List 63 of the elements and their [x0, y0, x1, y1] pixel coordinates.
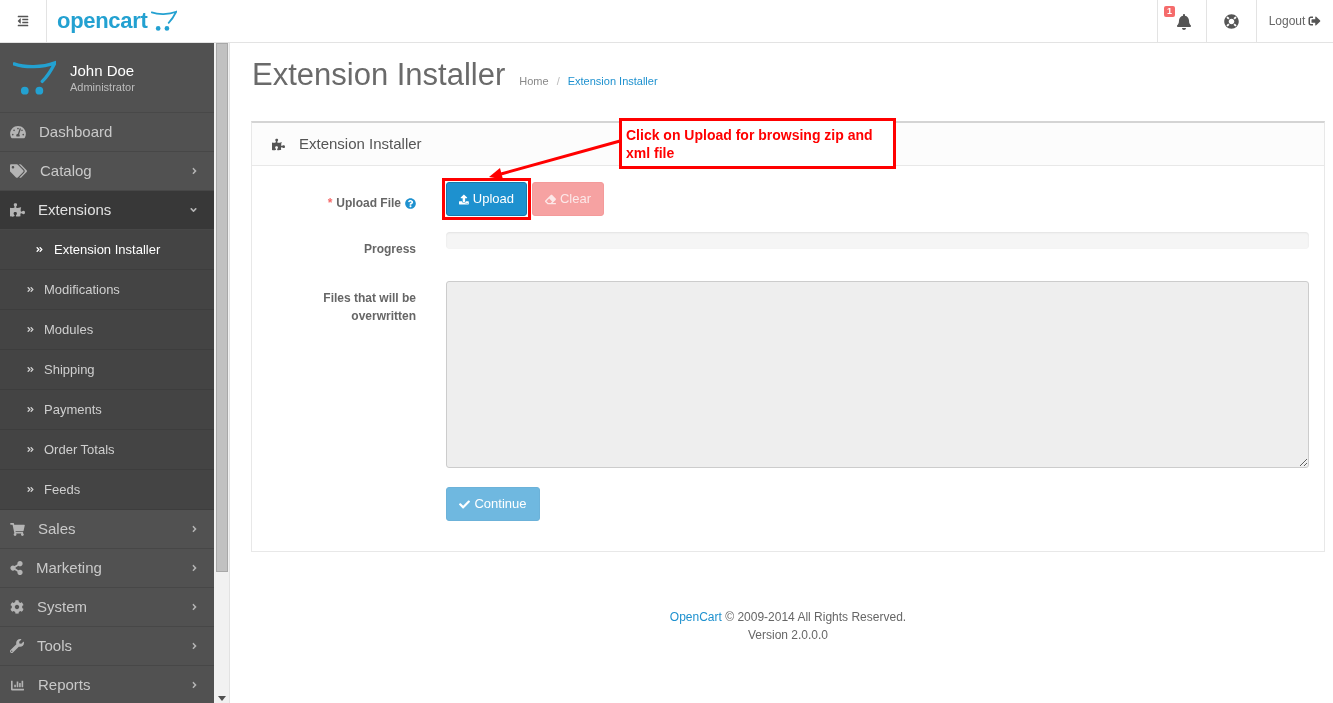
- double-chevron-icon: [27, 325, 34, 334]
- double-chevron-icon: [27, 445, 34, 454]
- copyright-text: OpenCart © 2009-2014 All Rights Reserved.: [669, 609, 907, 626]
- page-title: Extension Installer: [252, 56, 506, 94]
- submenu-item[interactable]: Modifications: [0, 270, 214, 310]
- upload-button[interactable]: Upload: [446, 182, 527, 216]
- double-chevron-icon: [36, 245, 43, 254]
- check-icon: [459, 498, 471, 510]
- scrollbar-thumb[interactable]: [215, 43, 228, 572]
- submenu-item[interactable]: Extension Installer: [0, 230, 214, 270]
- user-role: Administrator: [70, 79, 135, 94]
- cart-logo-icon: [13, 60, 56, 95]
- life-ring-icon: [1224, 13, 1239, 29]
- chevron-right-icon: [192, 680, 197, 690]
- wrench-icon: [10, 639, 24, 653]
- chevron-right-icon: [192, 602, 197, 612]
- sign-out-icon: [1308, 15, 1322, 27]
- notifications-button[interactable]: 1: [1157, 0, 1206, 42]
- submenu-item[interactable]: Payments: [0, 390, 214, 430]
- field-label: Upload File: [336, 195, 401, 212]
- upload-icon: [459, 193, 469, 205]
- puzzle-icon: [10, 203, 25, 217]
- version-text: Version 2.0.0.0: [747, 627, 829, 644]
- chevron-down-icon: [190, 205, 197, 215]
- submenu-item[interactable]: Feeds: [0, 470, 214, 510]
- breadcrumb-separator: /: [555, 74, 561, 89]
- eraser-icon: [545, 193, 556, 205]
- required-mark: *: [327, 195, 333, 212]
- bar-chart-icon: [10, 678, 25, 692]
- chevron-right-icon: [192, 524, 197, 534]
- share-icon: [10, 561, 23, 575]
- cart-logo-icon: [150, 9, 177, 31]
- logo[interactable]: opencart: [57, 0, 177, 42]
- gauge-icon: [10, 125, 26, 139]
- gear-icon: [10, 600, 24, 614]
- cart-icon: [10, 522, 25, 536]
- bell-icon: [1176, 14, 1191, 30]
- puzzle-icon: [272, 137, 285, 151]
- double-chevron-icon: [27, 285, 34, 294]
- breadcrumb-link[interactable]: Extension Installer: [567, 73, 658, 90]
- field-label: Progress: [362, 241, 416, 258]
- menu-icon: [16, 15, 30, 27]
- scroll-down-arrow-icon[interactable]: [217, 696, 226, 701]
- footer-link[interactable]: OpenCart: [669, 610, 722, 624]
- user-name: John Doe: [70, 61, 135, 80]
- submenu-item[interactable]: Shipping: [0, 350, 214, 390]
- tags-icon: [10, 164, 27, 178]
- chevron-right-icon: [192, 166, 197, 176]
- help-icon: [405, 197, 416, 209]
- double-chevron-icon: [27, 405, 34, 414]
- panel-title: Extension Installer: [299, 133, 422, 154]
- chevron-right-icon: [192, 641, 197, 651]
- sidebar-item[interactable]: Extensions: [0, 191, 214, 230]
- double-chevron-icon: [27, 485, 34, 494]
- field-label: Files that will be overwritten: [322, 290, 416, 325]
- notification-badge: 1: [1164, 6, 1175, 17]
- annotation-callout: Click on Upload for browsing zip and xml file: [619, 118, 896, 169]
- chevron-right-icon: [192, 563, 197, 573]
- submenu-item[interactable]: Order Totals: [0, 430, 214, 470]
- logout-button[interactable]: Logout: [1256, 0, 1333, 42]
- double-chevron-icon: [27, 365, 34, 374]
- breadcrumb-link[interactable]: Home: [519, 73, 549, 90]
- submenu-item[interactable]: Modules: [0, 310, 214, 350]
